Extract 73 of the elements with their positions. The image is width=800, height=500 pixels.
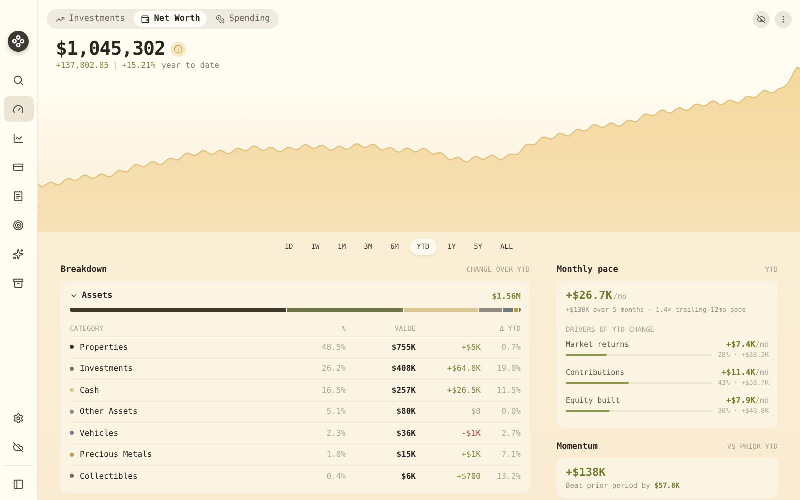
value-cell: $257K <box>392 386 416 395</box>
percent-cell: 5.1% <box>326 407 346 416</box>
hide-values-button[interactable] <box>753 10 770 28</box>
sparkles-icon <box>13 248 24 260</box>
delta-percent-cell: 0.0% <box>502 407 521 416</box>
delta-cell: $0 <box>471 407 481 416</box>
settings-icon <box>13 412 24 424</box>
logo-icon <box>12 35 25 48</box>
percent-cell: 0.4% <box>326 472 346 481</box>
group-toggle[interactable]: Assets <box>70 291 113 301</box>
info-icon <box>174 44 184 54</box>
eye-off-icon <box>757 14 766 24</box>
percent-cell: 16.5% <box>322 386 346 395</box>
percent-cell: 48.5% <box>322 342 346 352</box>
category-name: Collectibles <box>80 472 138 481</box>
value-cell: $408K <box>392 364 416 374</box>
delta-percent-cell: 7.1% <box>502 450 521 460</box>
sidebar-item[interactable] <box>4 96 34 122</box>
category-name: Cash <box>80 386 100 395</box>
value-cell: $6K <box>402 472 416 481</box>
value-cell: $15K <box>396 450 416 460</box>
view-tab[interactable]: Investments <box>49 11 132 27</box>
percent-cell: 1.0% <box>326 450 346 460</box>
category-name: Properties <box>80 342 128 352</box>
view-tab[interactable]: Spending <box>209 11 278 27</box>
wallet-icon <box>141 14 150 24</box>
delta-percent-cell: 2.7% <box>502 428 521 438</box>
app-logo[interactable] <box>8 31 29 52</box>
cloud-off-icon <box>13 442 24 452</box>
section-title: Momentum <box>557 442 598 452</box>
percent-cell: 26.2% <box>322 364 346 374</box>
group-total: $1.56M <box>492 292 521 300</box>
driver-value: +$7.4K <box>726 340 756 349</box>
chevron-icon <box>70 292 78 300</box>
delta-percent-cell: 19.0% <box>496 364 521 374</box>
driver-value: +$7.9K <box>726 396 756 405</box>
delta-percent-cell: 11.5% <box>496 386 521 395</box>
change-amount: +137,802.85 <box>56 61 109 70</box>
period-label: year to date <box>162 61 220 70</box>
delta-cell: -$1K <box>462 428 481 438</box>
category-name: Investments <box>80 364 133 374</box>
delta-cell: +$700 <box>456 472 481 481</box>
category-name: Precious Metals <box>80 450 152 460</box>
delta-percent-cell: 13.2% <box>496 472 521 481</box>
value-cell: $36K <box>396 428 416 438</box>
delta-percent-cell: 0.7% <box>502 342 521 352</box>
value-cell: $80K <box>396 407 416 416</box>
search-icon <box>13 74 24 86</box>
section-title: Monthly pace <box>557 265 618 275</box>
coins-icon <box>216 14 226 24</box>
category-name: Other Assets <box>80 407 138 416</box>
momentum-value: +$138K <box>566 466 606 479</box>
category-name: Vehicles <box>80 428 119 438</box>
delta-cell: +$64.8K <box>447 364 481 374</box>
trend-icon <box>56 14 65 24</box>
sidebar-toggle-icon <box>13 478 24 490</box>
card-icon <box>13 162 24 172</box>
archive-icon <box>13 278 24 288</box>
delta-cell: +$5K <box>462 342 481 352</box>
section-title: Breakdown <box>61 265 108 275</box>
view-tab[interactable]: Net Worth <box>134 11 208 27</box>
percent-cell: 2.3% <box>326 428 346 438</box>
delta-cell: +$26.5K <box>447 386 481 395</box>
pace-value: +$26.7K <box>566 289 612 302</box>
net-worth-value: $1,045,302 <box>56 38 166 60</box>
driver-value: +$11.4K <box>722 368 756 377</box>
receipt-icon <box>13 190 24 202</box>
gauge-icon <box>13 104 24 114</box>
delta-cell: +$1K <box>462 450 481 460</box>
change-percent: +15.21% <box>122 61 156 70</box>
target-icon <box>13 220 24 230</box>
value-cell: $755K <box>392 342 416 352</box>
line-chart-icon <box>13 132 24 144</box>
